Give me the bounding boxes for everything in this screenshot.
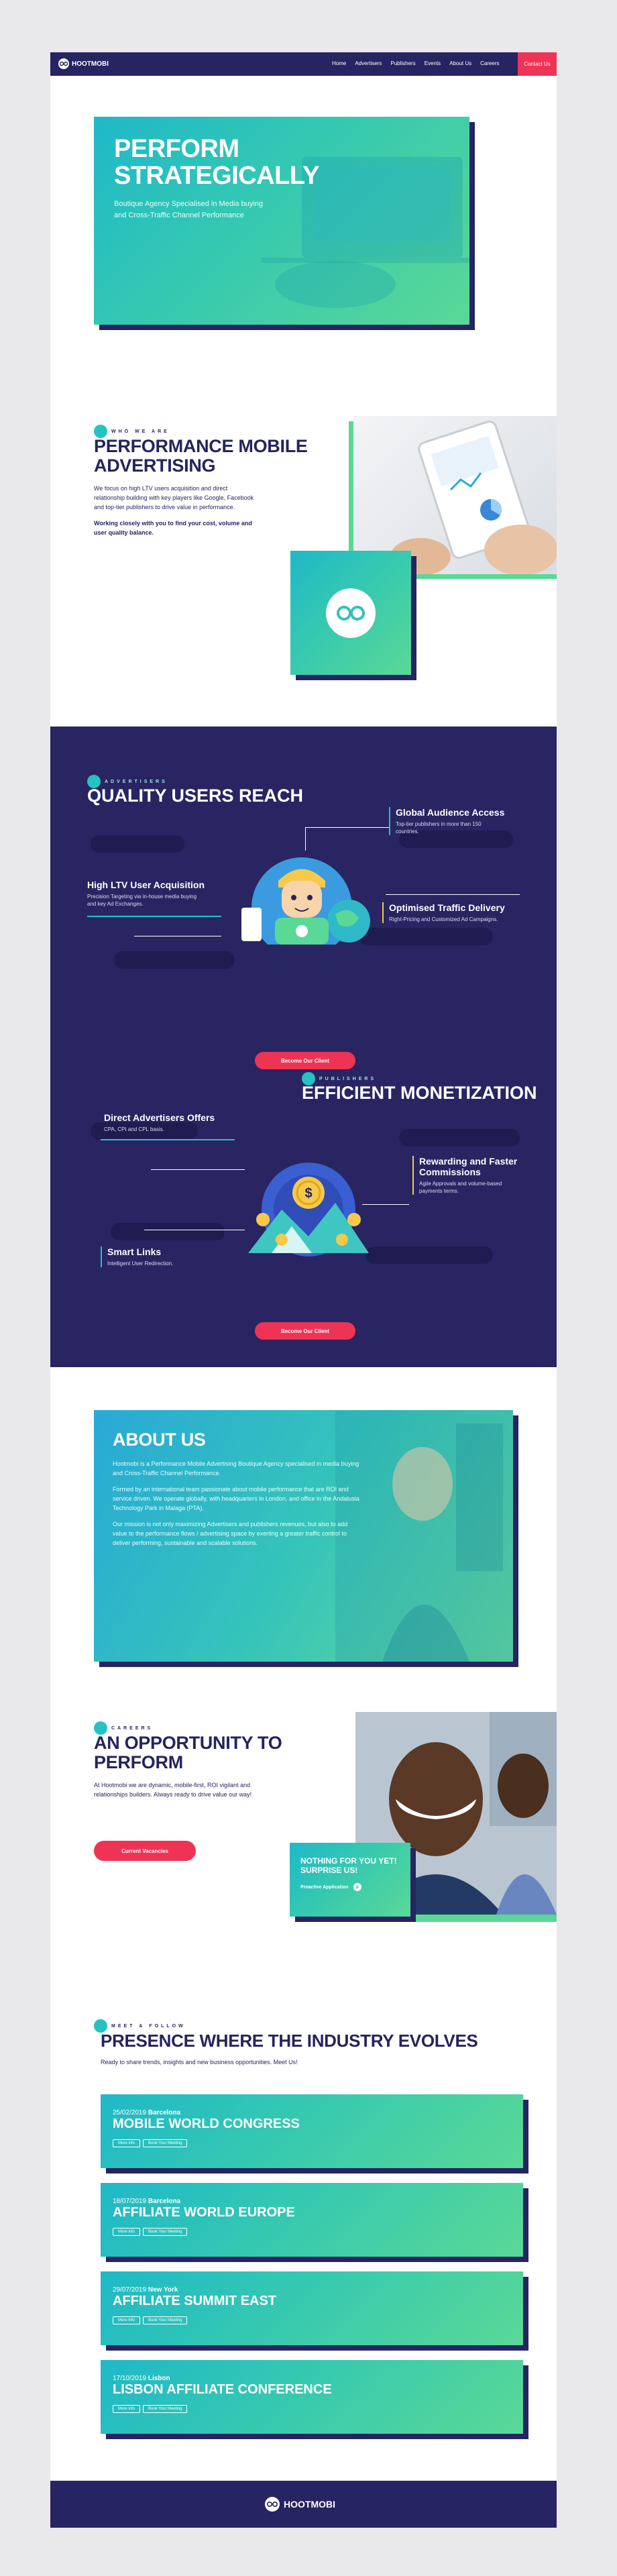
feature-global-audience-text: Top-tier publishers in more than 150 cou… bbox=[396, 821, 482, 835]
book-meeting-button[interactable]: Book Your Meeting bbox=[143, 2228, 188, 2236]
cloud-shape bbox=[111, 1223, 225, 1240]
owl-logo-icon bbox=[58, 58, 69, 69]
nav-link-careers[interactable]: Careers bbox=[480, 60, 499, 66]
more-info-button[interactable]: More info bbox=[113, 2405, 141, 2413]
book-meeting-button[interactable]: Book Your Meeting bbox=[143, 2316, 188, 2324]
nav-link-home[interactable]: Home bbox=[332, 60, 346, 66]
event-date: 18/07/2019 Barcelona bbox=[113, 2198, 181, 2205]
more-info-button[interactable]: More info bbox=[113, 2139, 141, 2147]
owl-logo-icon bbox=[265, 2497, 280, 2512]
hero-subtitle-line1: Boutique Agency Specialised in Media buy… bbox=[114, 200, 263, 208]
hero-subtitle-line2: and Cross-Traffic Channel Performance bbox=[114, 211, 244, 219]
event-date: 25/02/2019 Barcelona bbox=[113, 2109, 181, 2116]
about-title: ABOUT US bbox=[113, 1430, 206, 1450]
logo[interactable]: HOOTMOBI bbox=[58, 58, 109, 69]
events-subtitle: Ready to share trends, insights and new … bbox=[101, 2059, 298, 2065]
more-info-button[interactable]: More info bbox=[113, 2316, 141, 2324]
careers-card: NOTHING FOR YOU YET! SURPRISE US! Proact… bbox=[290, 1843, 410, 1917]
careers-title-line1: AN OPPORTUNITY TO bbox=[94, 1733, 282, 1753]
event-name: AFFILIATE WORLD EUROPE bbox=[113, 2205, 295, 2220]
connector-line bbox=[305, 827, 389, 828]
event-name: MOBILE WORLD CONGRESS bbox=[113, 2116, 300, 2131]
event-card-lac: 17/10/2019 Lisbon LISBON AFFILIATE CONFE… bbox=[101, 2360, 523, 2434]
user-avatar-illustration bbox=[241, 857, 370, 958]
who-highlight: Working closely with you to find your co… bbox=[94, 520, 252, 536]
hero-title-line2: STRATEGICALLY bbox=[114, 162, 319, 190]
connector-line bbox=[386, 894, 520, 895]
event-date: 17/10/2019 Lisbon bbox=[113, 2375, 170, 2382]
feature-commissions-text: Agile Approvals and volume-based payment… bbox=[419, 1181, 502, 1194]
about-paragraph-2: Formed by an international team passiona… bbox=[113, 1486, 359, 1511]
brand-name: HOOTMOBI bbox=[72, 60, 109, 68]
feature-global-audience-title: Global Audience Access bbox=[396, 807, 505, 818]
feature-traffic-title: Optimised Traffic Delivery bbox=[389, 902, 505, 913]
about-paragraph-3: Our mission is not only maximizing Adver… bbox=[113, 1521, 348, 1546]
event-name: AFFILIATE SUMMIT EAST bbox=[113, 2294, 277, 2308]
cloud-shape bbox=[114, 951, 235, 969]
hero-title-line1: PERFORM bbox=[114, 135, 239, 163]
connector-line bbox=[87, 916, 221, 917]
event-date: 29/07/2019 New York bbox=[113, 2286, 178, 2294]
cloud-shape bbox=[366, 1246, 493, 1264]
become-client-button-publishers[interactable]: Become Our Client bbox=[255, 1322, 355, 1340]
careers-text: At Hootmobi we are dynamic, mobile-first… bbox=[94, 1782, 252, 1798]
office-woman-photo bbox=[335, 1410, 513, 1662]
page: HOOTMOBI Home Advertisers Publishers Eve… bbox=[50, 52, 557, 2528]
event-card-awe: 18/07/2019 Barcelona AFFILIATE WORLD EUR… bbox=[101, 2183, 523, 2257]
cloud-shape bbox=[399, 1129, 520, 1146]
feature-direct-offers-title: Direct Advertisers Offers bbox=[104, 1112, 215, 1123]
careers-card-line1: NOTHING FOR YOU YET! bbox=[300, 1856, 397, 1866]
feature-ltv-text: Precision Targeting via in-house media b… bbox=[87, 894, 197, 907]
footer-brand: HOOTMOBI bbox=[284, 2499, 335, 2510]
logo-tile bbox=[290, 551, 411, 675]
nav-link-advertisers[interactable]: Advertisers bbox=[355, 60, 382, 66]
publishers-label: PUBLISHERS bbox=[302, 1072, 537, 1085]
feature-commissions-title: Rewarding and Faster Commissions bbox=[419, 1156, 518, 1177]
owl-eyes-icon bbox=[326, 588, 376, 638]
publishers-title: EFFICIENT MONETIZATION bbox=[302, 1083, 537, 1103]
connector-line bbox=[101, 1139, 235, 1140]
feature-ltv-title: High LTV User Acquisition bbox=[87, 879, 205, 890]
footer: HOOTMOBI bbox=[50, 2481, 557, 2528]
event-name: LISBON AFFILIATE CONFERENCE bbox=[113, 2382, 332, 2397]
hero-banner: PERFORM STRATEGICALLY Boutique Agency Sp… bbox=[94, 117, 469, 325]
nav-links: Home Advertisers Publishers Events About… bbox=[332, 60, 500, 66]
who-title-line2: ADVERTISING bbox=[94, 455, 216, 476]
events-title: PRESENCE WHERE THE INDUSTRY EVOLVES bbox=[101, 2031, 478, 2051]
contact-us-button[interactable]: Contact Us bbox=[518, 52, 557, 76]
who-paragraph: We focus on high LTV users acquisition a… bbox=[94, 485, 254, 511]
event-card-mwc: 25/02/2019 Barcelona MOBILE WORLD CONGRE… bbox=[101, 2094, 523, 2168]
more-info-button[interactable]: More info bbox=[113, 2228, 141, 2236]
become-client-button-advertisers[interactable]: Become Our Client bbox=[255, 1052, 355, 1069]
about-paragraph-1: Hootmobi is a Performance Mobile Adverti… bbox=[113, 1460, 359, 1477]
about-banner: ABOUT US Hootmobi is a Performance Mobil… bbox=[94, 1410, 513, 1662]
current-vacancies-button[interactable]: Current Vacancies bbox=[94, 1841, 196, 1861]
event-card-ase: 29/07/2019 New York AFFILIATE SUMMIT EAS… bbox=[101, 2271, 523, 2345]
coin-mountain-illustration: $ bbox=[248, 1163, 369, 1256]
advertisers-title: QUALITY USERS REACH bbox=[87, 786, 304, 806]
book-meeting-button[interactable]: Book Your Meeting bbox=[143, 2405, 188, 2413]
arrow-right-icon bbox=[353, 1883, 362, 1891]
nav-link-events[interactable]: Events bbox=[425, 60, 441, 66]
book-meeting-button[interactable]: Book Your Meeting bbox=[143, 2139, 188, 2147]
proactive-application-link[interactable]: Proactive Application bbox=[300, 1883, 397, 1891]
nav-link-publishers[interactable]: Publishers bbox=[390, 60, 415, 66]
svg-text:$: $ bbox=[304, 1186, 312, 1201]
feature-smart-links-text: Intelligent User Redirection. bbox=[107, 1260, 174, 1267]
connector-line bbox=[151, 1169, 245, 1170]
top-nav: HOOTMOBI Home Advertisers Publishers Eve… bbox=[50, 52, 557, 76]
advertisers-label: ADVERTISERS bbox=[87, 775, 303, 788]
feature-direct-offers-text: CPA, CPI and CPL basis. bbox=[104, 1126, 164, 1132]
nav-link-about[interactable]: About Us bbox=[449, 60, 471, 66]
who-title-line1: PERFORMANCE MOBILE bbox=[94, 436, 308, 456]
feature-smart-links-title: Smart Links bbox=[107, 1246, 162, 1257]
careers-title-line2: PERFORM bbox=[94, 1752, 183, 1772]
label-dot-icon bbox=[302, 1072, 315, 1085]
services-band: ADVERTISERS QUALITY USERS REACH Global A… bbox=[50, 727, 557, 1367]
feature-traffic-text: Right-Pricing and Customized Ad Campaign… bbox=[389, 916, 498, 922]
footer-logo[interactable]: HOOTMOBI bbox=[265, 2497, 335, 2512]
label-dot-icon bbox=[87, 775, 101, 788]
cloud-shape bbox=[91, 835, 184, 853]
careers-card-line2: SURPRISE US! bbox=[300, 1866, 358, 1875]
